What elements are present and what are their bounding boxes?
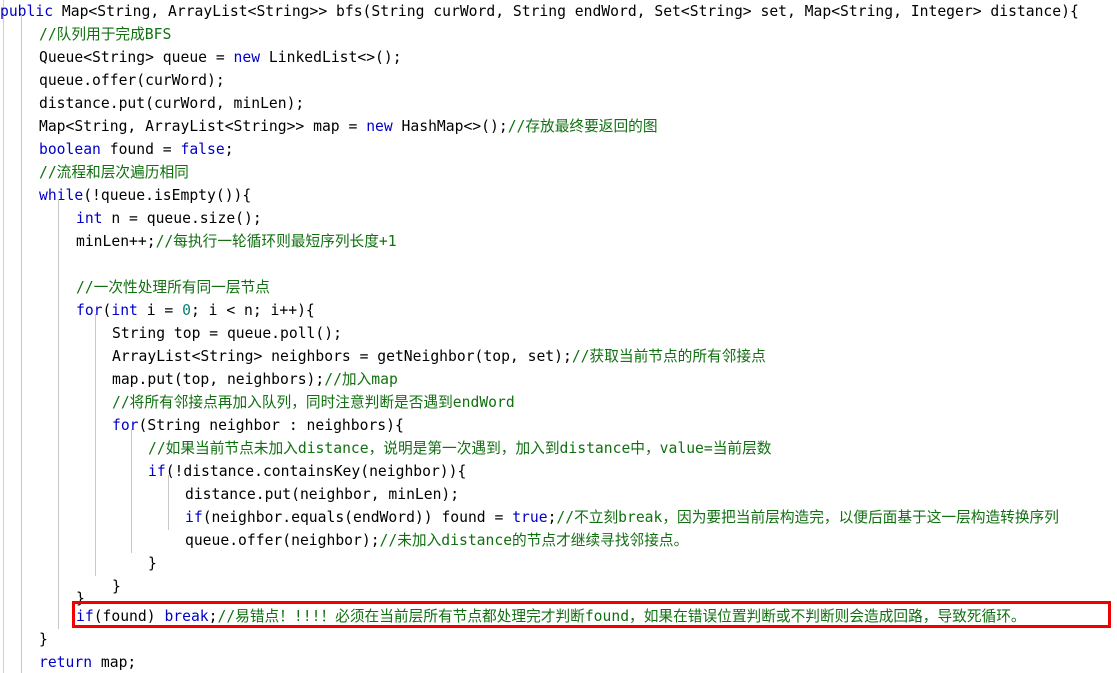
code-token-cm: //存放最终要返回的图 xyxy=(507,118,658,135)
code-token-kw: break xyxy=(164,608,209,625)
code-token-pl: map.put(top, neighbors); xyxy=(112,371,325,388)
indent-guide-2 xyxy=(95,314,96,576)
code-token-pl: Map<String, ArrayList<String>> bfs(Strin… xyxy=(53,3,1079,20)
code-token-pl: i = xyxy=(137,302,183,319)
code-line[interactable]: for(int i = 0; i < n; i++){ xyxy=(76,299,315,322)
code-token-cm: //如果当前节点未加入distance，说明是第一次遇到，加入到distance… xyxy=(148,440,772,457)
code-token-cm: //队列用于完成BFS xyxy=(39,26,172,43)
code-token-kw: return xyxy=(39,654,93,671)
code-token-pl: (found) xyxy=(93,608,165,625)
code-line[interactable]: minLen++;//每执行一轮循环则最短序列长度+1 xyxy=(76,230,397,253)
code-token-pl: (neighbor.equals(endWord)) found = xyxy=(202,509,513,526)
code-line[interactable]: int n = queue.size(); xyxy=(76,207,262,230)
code-line[interactable]: Map<String, ArrayList<String>> map = new… xyxy=(39,115,658,138)
code-token-cm: //一次性处理所有同一层节点 xyxy=(76,279,270,296)
code-token-cm: //流程和层次遍历相同 xyxy=(39,164,189,181)
code-line[interactable]: String top = queue.poll(); xyxy=(112,322,342,345)
code-line[interactable]: if(!distance.containsKey(neighbor)){ xyxy=(148,460,466,483)
code-token-pl: String top = queue.poll(); xyxy=(112,325,342,342)
code-line[interactable]: if(found) break;//易错点！!!!！必须在当前层所有节点都处理完… xyxy=(76,605,1026,628)
code-token-pl: ; xyxy=(224,141,234,158)
code-token-pl: minLen++; xyxy=(76,233,156,250)
code-token-kw: public xyxy=(0,3,54,20)
code-line[interactable] xyxy=(76,253,85,276)
code-line[interactable]: //如果当前节点未加入distance，说明是第一次遇到，加入到distance… xyxy=(148,437,771,460)
code-line[interactable]: //将所有邻接点再加入队列，同时注意判断是否遇到endWord xyxy=(112,391,515,414)
code-line[interactable]: } xyxy=(148,552,157,575)
code-token-kw: boolean xyxy=(39,141,101,158)
code-line[interactable]: map.put(top, neighbors);//加入map xyxy=(112,368,398,391)
code-token-kw: for xyxy=(112,417,139,434)
code-line[interactable]: ArrayList<String> neighbors = getNeighbo… xyxy=(112,345,766,368)
code-token-pl: } xyxy=(39,631,48,648)
code-token-pl: (!distance.containsKey(neighbor)){ xyxy=(165,463,467,480)
code-token-pl: found = xyxy=(100,141,181,158)
code-token-kw: if xyxy=(148,463,166,480)
code-line[interactable]: distance.put(neighbor, minLen); xyxy=(185,483,459,506)
code-line[interactable]: //流程和层次遍历相同 xyxy=(39,161,189,184)
code-token-pl: (!queue.isEmpty()){ xyxy=(83,187,252,204)
code-editor-view[interactable]: public Map<String, ArrayList<String>> bf… xyxy=(0,0,1117,673)
code-token-pl: } xyxy=(112,578,121,595)
code-token-cm: //将所有邻接点再加入队列，同时注意判断是否遇到endWord xyxy=(112,394,515,411)
code-token-pl: HashMap<>(); xyxy=(392,118,508,135)
code-line[interactable]: if(neighbor.equals(endWord)) found = tru… xyxy=(185,506,1059,529)
code-line[interactable]: Queue<String> queue = new LinkedList<>()… xyxy=(39,46,402,69)
code-token-cm: //加入map xyxy=(324,371,398,388)
code-token-kw: if xyxy=(185,509,203,526)
indent-guide-3 xyxy=(131,429,132,553)
code-token-cm: //易错点！!!!！必须在当前层所有节点都处理完才判断found，如果在错误位置… xyxy=(217,608,1026,625)
code-token-pl: queue.offer(curWord); xyxy=(39,72,225,89)
code-token-kw: new xyxy=(366,118,393,135)
code-token-pl: queue.offer(neighbor); xyxy=(185,532,380,549)
code-token-pl: distance.put(curWord, minLen); xyxy=(39,95,305,112)
code-line[interactable]: public Map<String, ArrayList<String>> bf… xyxy=(0,0,1079,23)
code-token-kw: for xyxy=(76,302,103,319)
code-token-pl: ; i < n; i++){ xyxy=(190,302,315,319)
code-token-pl: ArrayList<String> neighbors = getNeighbo… xyxy=(112,348,572,365)
code-line[interactable]: while(!queue.isEmpty()){ xyxy=(39,184,251,207)
code-token-kw: new xyxy=(233,49,261,66)
code-token-kw: int xyxy=(76,210,103,227)
code-token-pl: distance.put(neighbor, minLen); xyxy=(185,486,460,503)
code-token-pl: } xyxy=(148,555,157,572)
code-line[interactable]: //队列用于完成BFS xyxy=(39,23,171,46)
code-token-cm: //每执行一轮循环则最短序列长度+1 xyxy=(155,233,397,250)
indent-guide-0 xyxy=(21,15,22,673)
code-line[interactable]: } xyxy=(39,628,48,651)
code-line[interactable]: boolean found = false; xyxy=(39,138,234,161)
code-token-num: 0 xyxy=(182,302,191,319)
code-token-pl: Queue<String> queue = xyxy=(39,49,234,66)
code-token-kw: if xyxy=(76,608,94,625)
code-token-pl: ; xyxy=(208,608,218,625)
code-token-pl: n = queue.size(); xyxy=(102,210,262,227)
code-layer: public Map<String, ArrayList<String>> bf… xyxy=(0,0,1117,673)
indent-guide-4 xyxy=(168,475,169,530)
code-token-kw: while xyxy=(39,187,84,204)
code-line[interactable]: for(String neighbor : neighbors){ xyxy=(112,414,404,437)
code-line[interactable]: return map; xyxy=(39,651,136,673)
code-token-kw: false xyxy=(180,141,225,158)
code-token-pl: map; xyxy=(92,654,137,671)
code-line[interactable]: queue.offer(neighbor);//未加入distance的节点才继… xyxy=(185,529,688,552)
indent-guide-1 xyxy=(58,199,59,629)
code-line[interactable]: } xyxy=(112,575,121,598)
code-token-kw: true xyxy=(512,509,548,526)
code-token-cm: //未加入distance的节点才继续寻找邻接点。 xyxy=(379,532,689,549)
code-token-pl: (String neighbor : neighbors){ xyxy=(138,417,404,434)
code-token-cm: //不立刻break，因为要把当前层构造完，以便后面基于这一层构造转换序列 xyxy=(556,509,1059,526)
code-line[interactable]: distance.put(curWord, minLen); xyxy=(39,92,304,115)
code-line[interactable]: queue.offer(curWord); xyxy=(39,69,225,92)
code-token-kw: int xyxy=(111,302,138,319)
code-token-pl: LinkedList<>(); xyxy=(260,49,402,66)
code-line[interactable]: //一次性处理所有同一层节点 xyxy=(76,276,270,299)
code-token-pl: Map<String, ArrayList<String>> map = xyxy=(39,118,367,135)
code-token-cm: //获取当前节点的所有邻接点 xyxy=(571,348,766,365)
